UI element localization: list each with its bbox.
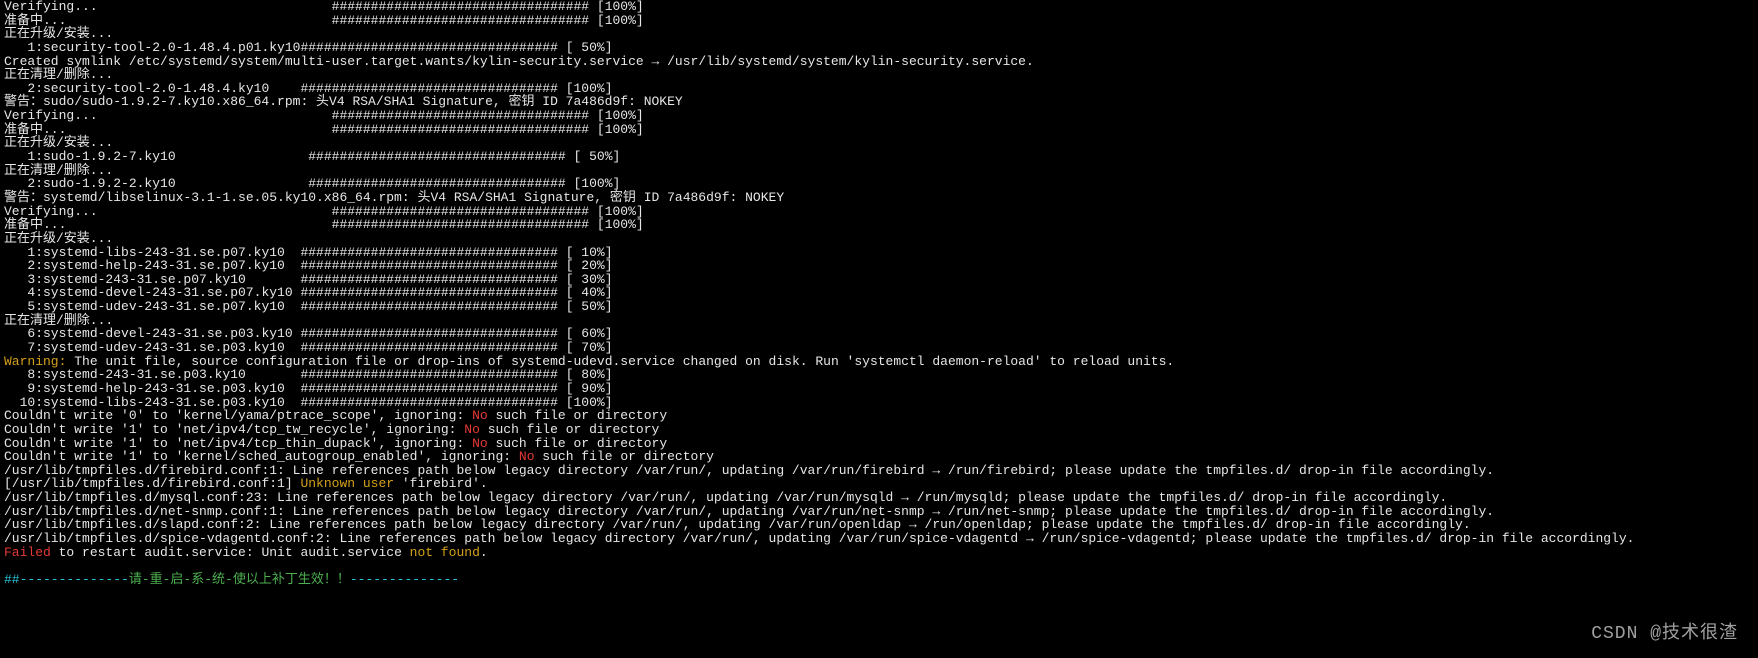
terminal-line: /usr/lib/tmpfiles.d/spice-vdagentd.conf:… xyxy=(4,532,1754,546)
terminal-line: ##--------------请-重-启-系-统-使以上补丁生效！！-----… xyxy=(4,573,1754,587)
terminal-line: 8:systemd-243-31.se.p03.ky10 ###########… xyxy=(4,368,1754,382)
terminal-line: 5:systemd-udev-243-31.se.p07.ky10 ######… xyxy=(4,300,1754,314)
terminal-line: 正在升级/安装... xyxy=(4,27,1754,41)
terminal-line: 9:systemd-help-243-31.se.p03.ky10 ######… xyxy=(4,382,1754,396)
terminal-segment: ##-------------- xyxy=(4,572,129,587)
terminal-line: 准备中... #################################… xyxy=(4,14,1754,28)
terminal-line xyxy=(4,559,1754,573)
terminal-line: 10:systemd-libs-243-31.se.p03.ky10 #####… xyxy=(4,396,1754,410)
terminal-line: Verifying... ###########################… xyxy=(4,0,1754,14)
terminal-segment: 请-重-启-系-统-使以上补丁生效！！ xyxy=(129,572,350,587)
terminal-line: 正在升级/安装... xyxy=(4,232,1754,246)
terminal-line: 准备中... #################################… xyxy=(4,218,1754,232)
terminal-line: [/usr/lib/tmpfiles.d/firebird.conf:1] Un… xyxy=(4,477,1754,491)
terminal-line: 正在清理/删除... xyxy=(4,68,1754,82)
terminal-line: 1:systemd-libs-243-31.se.p07.ky10 ######… xyxy=(4,246,1754,260)
terminal-line: Warning: The unit file, source configura… xyxy=(4,355,1754,369)
terminal-line: Failed to restart audit.service: Unit au… xyxy=(4,546,1754,560)
terminal-line: /usr/lib/tmpfiles.d/slapd.conf:2: Line r… xyxy=(4,518,1754,532)
terminal-line: Couldn't write '1' to 'kernel/sched_auto… xyxy=(4,450,1754,464)
terminal-line: 3:systemd-243-31.se.p07.ky10 ###########… xyxy=(4,273,1754,287)
terminal-line: 正在升级/安装... xyxy=(4,136,1754,150)
terminal-line: Couldn't write '1' to 'net/ipv4/tcp_tw_r… xyxy=(4,423,1754,437)
terminal-line: 2:systemd-help-243-31.se.p07.ky10 ######… xyxy=(4,259,1754,273)
terminal-output: Verifying... ###########################… xyxy=(0,0,1758,587)
terminal-line: 6:systemd-devel-243-31.se.p03.ky10 #####… xyxy=(4,327,1754,341)
terminal-segment: to restart audit.service: Unit audit.ser… xyxy=(51,545,410,560)
terminal-segment: Created symlink /etc/systemd/system/mult… xyxy=(4,54,1034,69)
terminal-line: /usr/lib/tmpfiles.d/net-snmp.conf:1: Lin… xyxy=(4,505,1754,519)
terminal-line: 1:security-tool-2.0-1.48.4.p01.ky10#####… xyxy=(4,41,1754,55)
terminal-line: 正在清理/删除... xyxy=(4,164,1754,178)
terminal-line: Created symlink /etc/systemd/system/mult… xyxy=(4,55,1754,69)
terminal-line: /usr/lib/tmpfiles.d/mysql.conf:23: Line … xyxy=(4,491,1754,505)
terminal-segment: -------------- xyxy=(350,572,459,587)
terminal-line: Couldn't write '1' to 'net/ipv4/tcp_thin… xyxy=(4,437,1754,451)
terminal-line: /usr/lib/tmpfiles.d/firebird.conf:1: Lin… xyxy=(4,464,1754,478)
terminal-line: Verifying... ###########################… xyxy=(4,109,1754,123)
terminal-segment: not found xyxy=(410,545,480,560)
watermark-text: CSDN @技术很渣 xyxy=(1591,625,1738,644)
terminal-line: 4:systemd-devel-243-31.se.p07.ky10 #####… xyxy=(4,286,1754,300)
terminal-line: 准备中... #################################… xyxy=(4,123,1754,137)
terminal-line: 警告：systemd/libselinux-3.1-1.se.05.ky10.x… xyxy=(4,191,1754,205)
terminal-line: 警告：sudo/sudo-1.9.2-7.ky10.x86_64.rpm: 头V… xyxy=(4,95,1754,109)
terminal-line: 1:sudo-1.9.2-7.ky10 ####################… xyxy=(4,150,1754,164)
terminal-line: 7:systemd-udev-243-31.se.p03.ky10 ######… xyxy=(4,341,1754,355)
terminal-segment: . xyxy=(480,545,488,560)
terminal-line: 2:sudo-1.9.2-2.ky10 ####################… xyxy=(4,177,1754,191)
terminal-line: Couldn't write '0' to 'kernel/yama/ptrac… xyxy=(4,409,1754,423)
terminal-line: 正在清理/删除... xyxy=(4,314,1754,328)
